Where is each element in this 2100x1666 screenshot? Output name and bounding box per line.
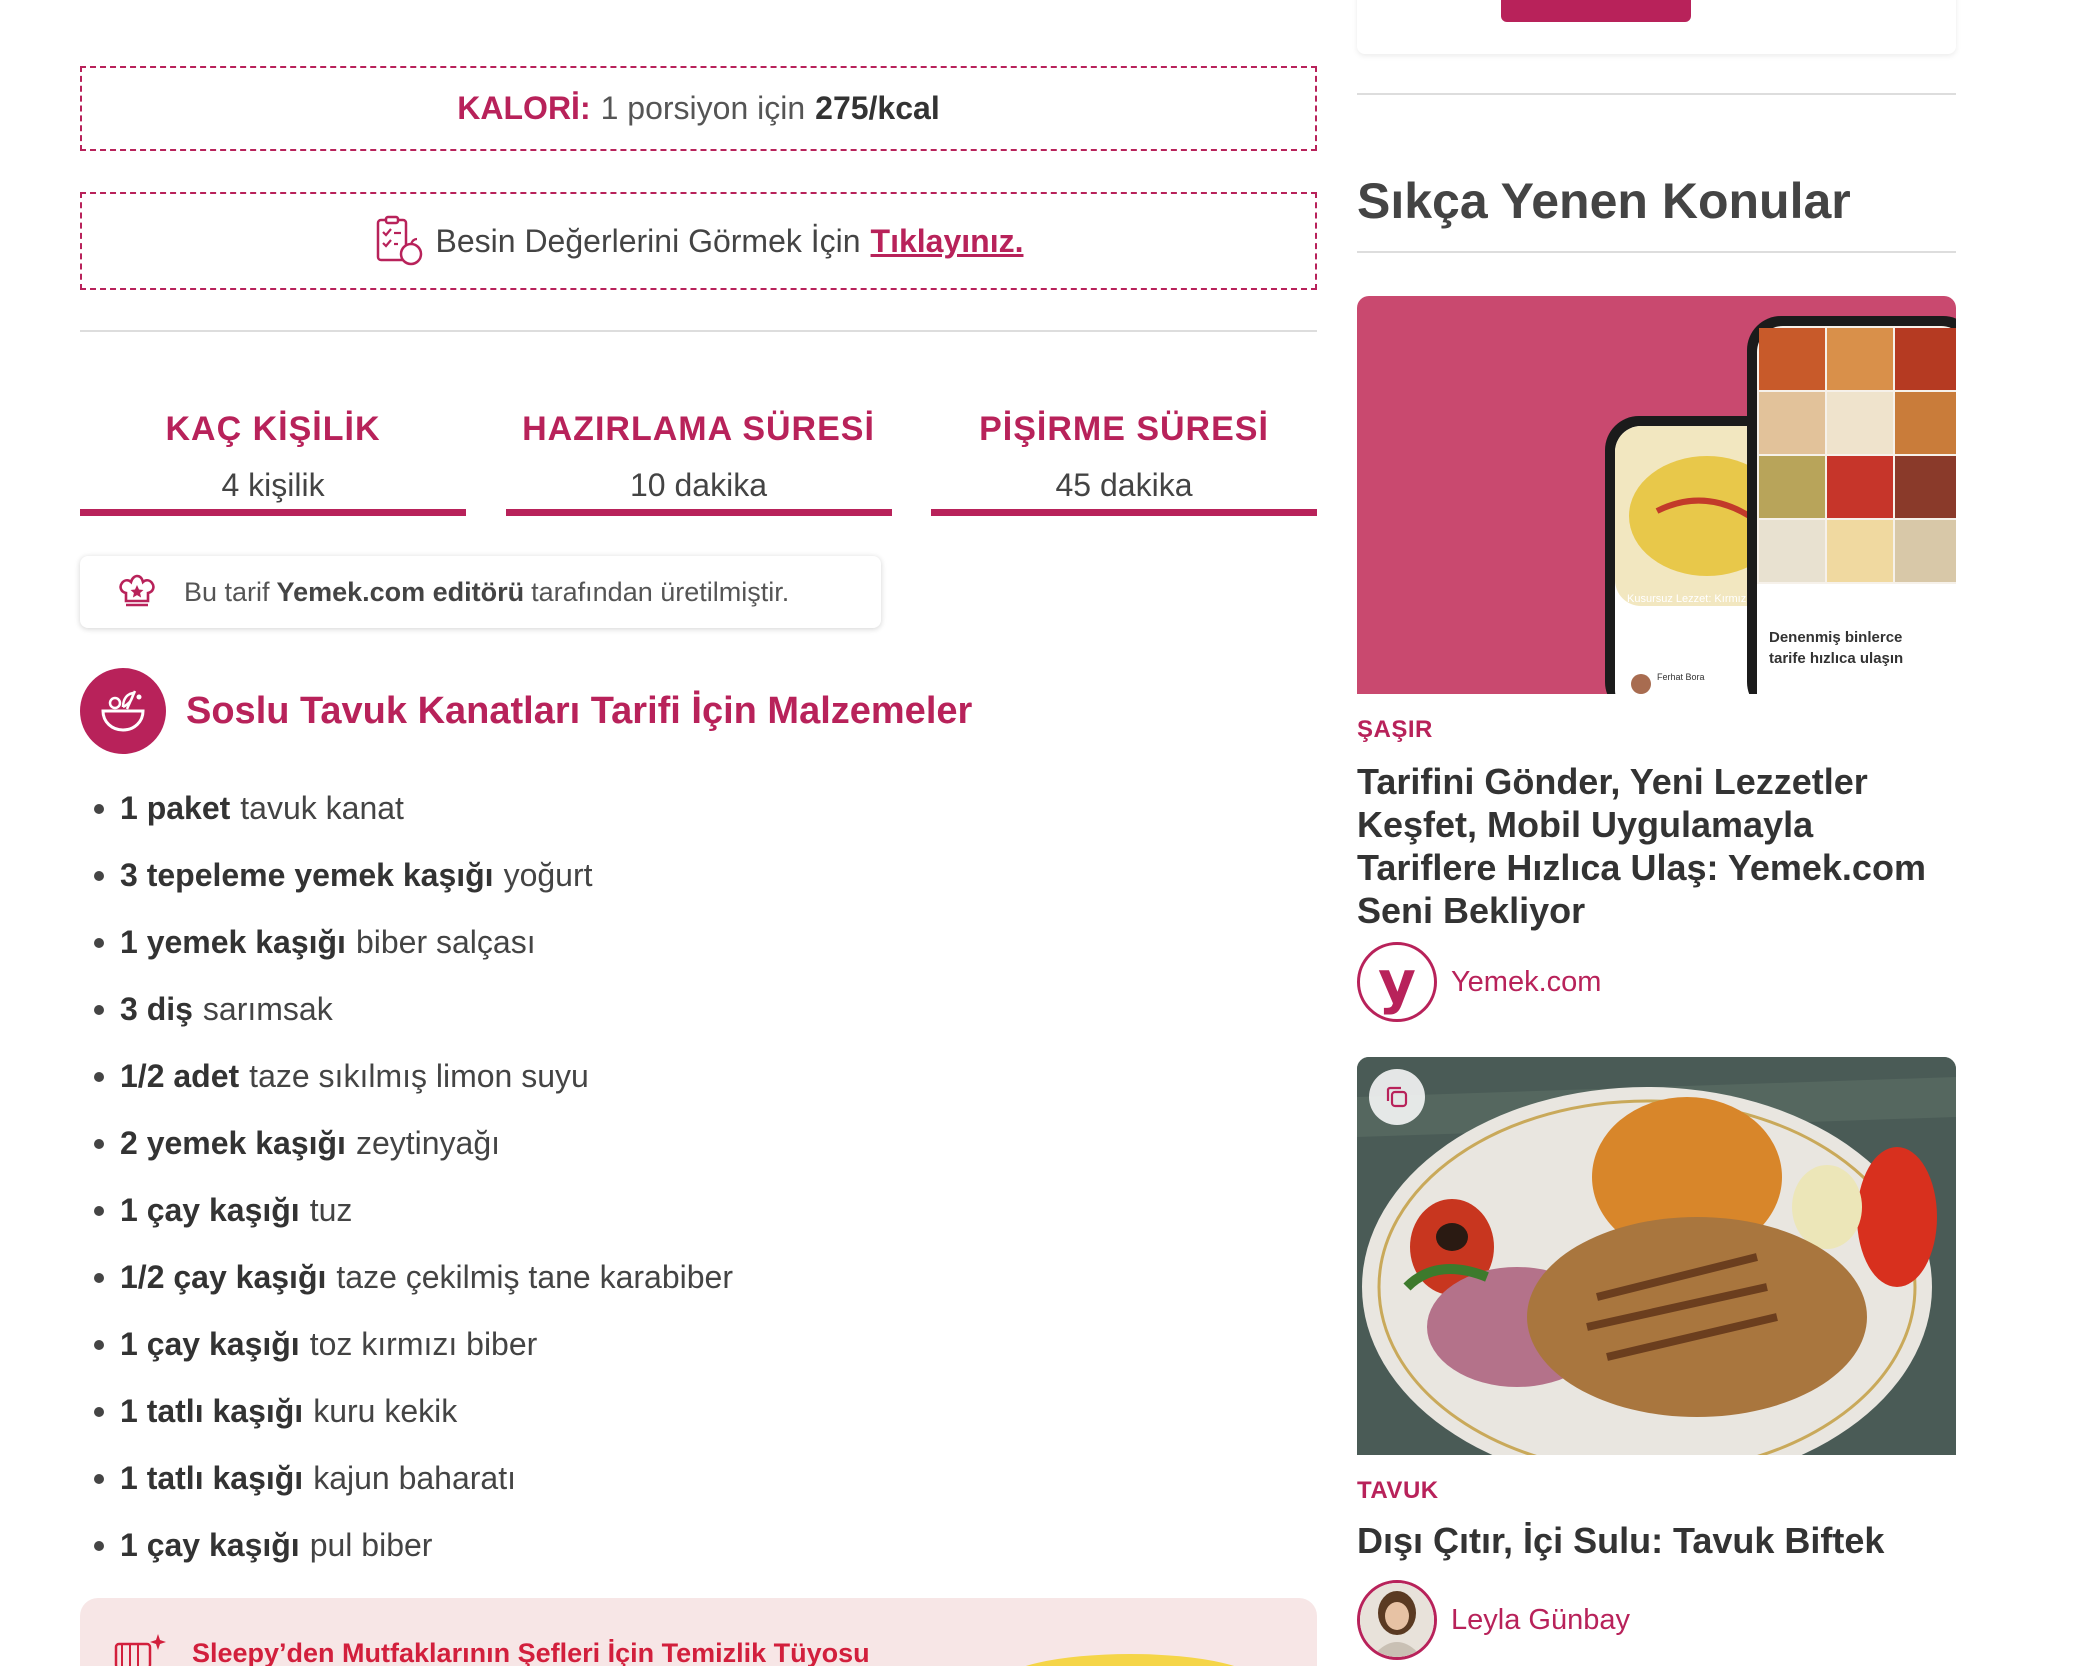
nutrition-list-apple-icon [376,215,422,266]
calorie-label: KALORİ: [457,90,591,126]
card-category[interactable]: ŞAŞIR [1357,716,1433,744]
list-item: 1/2 çay kaşığı taze çekilmiş tane karabib… [94,1244,733,1311]
sidebar-title: Sıkça Yenen Konular [1357,173,1851,229]
stat-servings: KAÇ KİŞİLİK 4 kişilik [80,400,466,516]
list-item: 1 çay kaşığı toz kırmızı biber [94,1311,733,1378]
phone-text-1: Denenmiş binlerce [1769,629,1902,646]
editor-note-bold: Yemek.com editörü [276,576,525,607]
ingredient-name: kajun baharatı [313,1460,516,1496]
nutrition-box: Besin Değerlerini Görmek İçin Tıklayınız… [80,192,1317,290]
sidebar-top-button[interactable] [1501,0,1691,22]
calorie-text: 1 porsiyon için [600,90,806,126]
ingredients-list: 1 paket tavuk kanat 3 tepeleme yemek kaşı… [94,775,733,1579]
ingredients-title: Soslu Tavuk Kanatları Tarifi İçin Malzem… [186,689,973,732]
ingredient-qty: 1 paket [120,790,231,826]
chef-hat-star-icon [119,574,155,607]
author-name: Yemek.com [1451,965,1602,998]
ingredient-name: taze sıkılmış limon suyu [249,1058,589,1094]
cleaning-sparkle-icon [114,1634,166,1666]
ingredient-name: tuz [309,1192,353,1228]
stat-label: KAÇ KİŞİLİK [165,410,381,448]
promo-text: Sleepy’den Mutfaklarının Şefleri İçin Te… [192,1638,870,1666]
ingredient-name: toz kırmızı biber [309,1326,538,1362]
editor-note-suffix: tarafından üretilmiştir. [531,576,790,607]
recipe-stats: KAÇ KİŞİLİK 4 kişilik HAZIRLAMA SÜRESİ 1… [80,400,1317,520]
sidebar-top-card [1357,0,1956,54]
nutrition-link[interactable]: Tıklayınız. [871,223,1024,260]
ingredient-qty: 1 tatlı kaşığı [120,1393,304,1429]
divider [80,330,1317,332]
yemek-logo-icon: y [1378,948,1416,1016]
list-item: 1 yemek kaşığı biber salçası [94,909,733,976]
salad-bowl-icon [80,668,166,754]
card-title[interactable]: Dışı Çıtır, İçi Sulu: Tavuk Biftek [1357,1519,1956,1562]
phone-text-3: Kusursuz Lezzet: Kırmızı [1627,593,1749,605]
ingredient-name: pul biber [309,1527,433,1563]
ingredient-name: zeytinyağı [355,1125,501,1161]
card-category[interactable]: TAVUK [1357,1477,1439,1505]
ingredient-qty: 1/2 adet [120,1058,240,1094]
ingredient-qty: 2 yemek kaşığı [120,1125,346,1161]
avatar: y [1357,942,1437,1022]
phone-text-5: Ferhat Bora [1657,672,1705,682]
list-item: 1 tatlı kaşığı kajun baharatı [94,1445,733,1512]
author-name: Leyla Günbay [1451,1603,1630,1636]
editor-note: Bu tarif Yemek.com editörü tarafından ür… [80,556,881,628]
stat-prep-time: HAZIRLAMA SÜRESİ 10 dakika [505,400,892,516]
ingredient-qty: 1 çay kaşığı [120,1192,300,1228]
stat-cook-time: PİŞİRME SÜRESİ 45 dakika [931,400,1317,516]
ingredient-qty: 3 diş [120,991,193,1027]
stat-value: 10 dakika [630,467,767,503]
avatar [1357,1580,1437,1660]
phone-text-4: Mercimek Çorbası [1627,609,1716,621]
card-author[interactable]: y Yemek.com [1357,942,1601,1022]
calorie-box: KALORİ: 1 porsiyon için 275/kcal [80,66,1317,151]
ingredient-qty: 1 çay kaşığı [120,1326,300,1362]
stat-label: PİŞİRME SÜRESİ [979,410,1269,448]
editor-note-prefix: Bu tarif [184,576,270,607]
card-author[interactable]: Leyla Günbay [1357,1580,1630,1660]
divider [1357,93,1956,95]
nutrition-text: Besin Değerlerini Görmek İçin [435,222,861,259]
list-item: 1 tatlı kaşığı kuru kekik [94,1378,733,1445]
ingredient-name: biber salçası [355,924,536,960]
list-item: 1 paket tavuk kanat [94,775,733,842]
card-image[interactable]: Kusursuz Lezzet: Kırmızı Mercimek Çorbas… [1357,296,1956,694]
stat-value: 45 dakika [1055,467,1193,503]
list-item: 3 tepeleme yemek kaşığı yoğurt [94,842,733,909]
ingredient-qty: 3 tepeleme yemek kaşığı [120,857,494,893]
card-title[interactable]: Tarifini Gönder, Yeni Lezzetler Keşfet, … [1357,760,1956,932]
list-item: 1/2 adet taze sıkılmış limon suyu [94,1043,733,1110]
calorie-value: 275/kcal [815,90,940,126]
card-image[interactable] [1357,1057,1956,1455]
ingredient-qty: 1 çay kaşığı [120,1527,300,1563]
ingredients-heading: Soslu Tavuk Kanatları Tarifi İçin Malzem… [80,668,972,754]
list-item: 3 diş sarımsak [94,976,733,1043]
ingredient-name: taze çekilmiş tane karabiber [336,1259,733,1295]
stat-label: HAZIRLAMA SÜRESİ [522,410,875,448]
ingredient-qty: 1/2 çay kaşığı [120,1259,327,1295]
divider [1357,251,1956,253]
ingredient-name: tavuk kanat [240,790,404,826]
list-item: 1 çay kaşığı tuz [94,1177,733,1244]
ingredient-qty: 1 tatlı kaşığı [120,1460,304,1496]
list-item: 2 yemek kaşığı zeytinyağı [94,1110,733,1177]
ingredient-name: sarımsak [202,991,333,1027]
ingredient-name: yoğurt [503,857,593,893]
promo-decoration [1000,1654,1260,1666]
phone-text-2: tarife hızlıca ulaşın [1769,650,1903,667]
copy-icon[interactable] [1369,1069,1425,1125]
stat-value: 4 kişilik [221,467,325,503]
ingredient-qty: 1 yemek kaşığı [120,924,346,960]
ingredient-name: kuru kekik [313,1393,458,1429]
list-item: 1 çay kaşığı pul biber [94,1512,733,1579]
promo-banner[interactable]: Sleepy’den Mutfaklarının Şefleri İçin Te… [80,1598,1317,1666]
